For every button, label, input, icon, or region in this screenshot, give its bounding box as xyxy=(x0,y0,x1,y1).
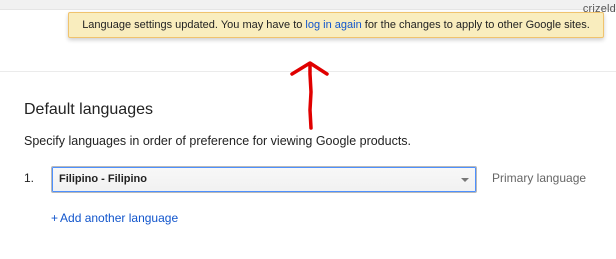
add-language-label: Add another language xyxy=(60,211,179,225)
section-description: Specify languages in order of preference… xyxy=(24,134,412,148)
language-index: 1. xyxy=(24,171,35,185)
notification-banner: Language settings updated. You may have … xyxy=(68,12,604,38)
top-strip xyxy=(0,0,616,10)
log-in-again-link[interactable]: log in again xyxy=(305,19,361,31)
chevron-down-icon xyxy=(461,178,469,182)
red-arrow-icon xyxy=(290,61,329,130)
plus-icon: + xyxy=(51,211,59,225)
language-select[interactable]: Filipino - Filipino xyxy=(51,166,477,193)
primary-language-label: Primary language xyxy=(492,171,587,185)
notice-text-before: Language settings updated. You may have … xyxy=(82,19,306,31)
notice-text-after: for the changes to apply to other Google… xyxy=(361,19,590,31)
section-title: Default languages xyxy=(24,101,153,118)
add-language-link[interactable]: + Add another language xyxy=(51,211,178,225)
language-select-value: Filipino - Filipino xyxy=(59,173,147,185)
